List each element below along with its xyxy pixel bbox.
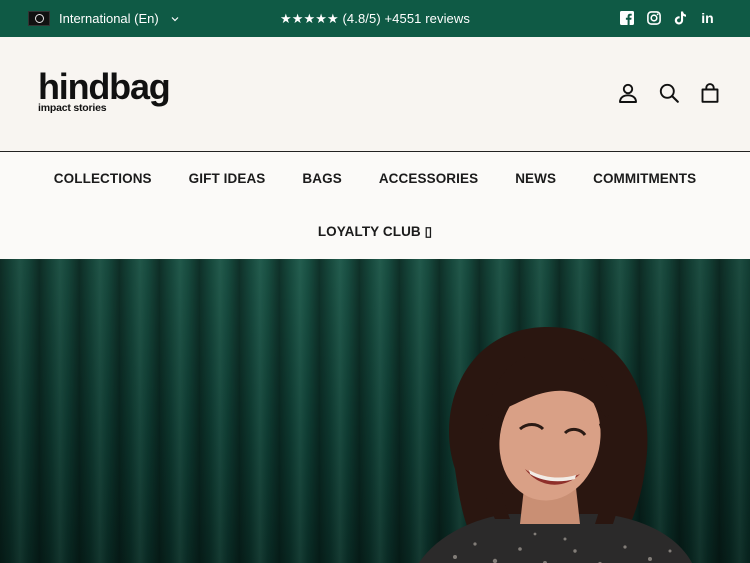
announcement-bar: International (En) ★★★★★ (4.8/5) +4551 r… <box>0 0 750 37</box>
nav-item-commitments[interactable]: COMMITMENTS <box>593 171 696 186</box>
site-header: hindbag impact stories <box>0 37 750 152</box>
logo-wordmark: hindbag <box>38 66 171 107</box>
linkedin-icon[interactable]: in <box>700 10 715 26</box>
facebook-icon[interactable] <box>619 10 634 25</box>
nav-item-gift-ideas[interactable]: GIFT IDEAS <box>189 171 266 186</box>
nav-item-news[interactable]: NEWS <box>515 171 556 186</box>
nav-item-accessories[interactable]: ACCESSORIES <box>379 171 478 186</box>
hero-model-image <box>418 326 692 563</box>
nav-item-collections[interactable]: COLLECTIONS <box>54 171 152 186</box>
nav-row-primary: COLLECTIONS GIFT IDEAS BAGS ACCESSORIES … <box>0 171 750 186</box>
hero-banner[interactable] <box>0 259 750 563</box>
instagram-icon[interactable] <box>646 10 661 25</box>
main-navigation: COLLECTIONS GIFT IDEAS BAGS ACCESSORIES … <box>0 152 750 259</box>
header-actions <box>617 81 720 105</box>
nav-row-secondary: LOYALTY CLUB ▯ <box>0 224 750 240</box>
search-icon[interactable] <box>658 81 679 105</box>
social-links: in <box>619 10 715 26</box>
nav-item-loyalty-club[interactable]: LOYALTY CLUB ▯ <box>318 224 432 240</box>
account-icon[interactable] <box>617 81 638 105</box>
cart-icon[interactable] <box>699 81 720 105</box>
tiktok-icon[interactable] <box>673 10 688 25</box>
nav-item-bags[interactable]: BAGS <box>302 171 341 186</box>
logo[interactable]: hindbag impact stories <box>38 66 171 115</box>
